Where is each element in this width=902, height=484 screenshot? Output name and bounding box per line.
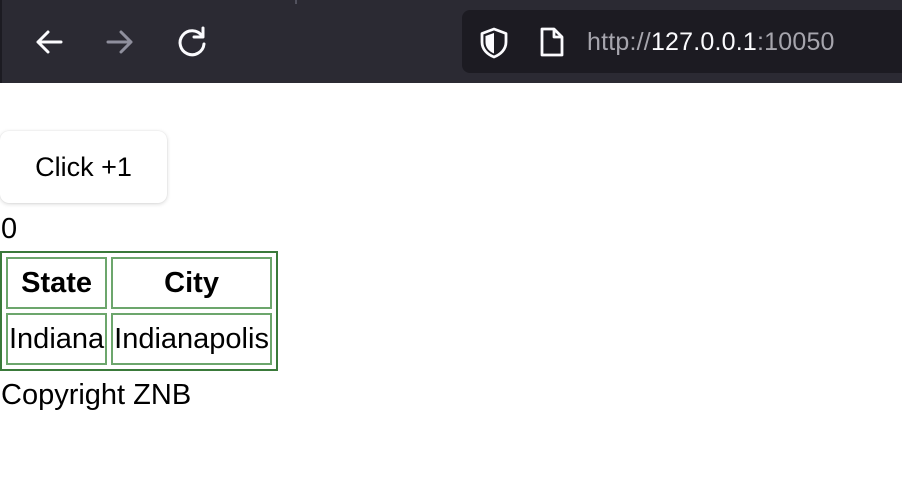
url-scheme: http:// <box>587 28 651 56</box>
reload-button[interactable] <box>170 20 214 64</box>
back-button[interactable] <box>27 20 71 64</box>
url-host: 127.0.0.1 <box>650 28 757 56</box>
forward-button[interactable] <box>98 20 142 64</box>
cell-city: Indianapolis <box>111 313 272 365</box>
header-city: City <box>111 257 272 309</box>
url-bar[interactable]: http://127.0.0.1:10050 <box>462 10 902 73</box>
header-state: State <box>6 257 108 309</box>
reload-icon <box>178 26 206 57</box>
page-icon[interactable] <box>538 27 566 62</box>
copyright-footer: Copyright ZNB <box>1 379 192 411</box>
state-city-table: State City Indiana Indianapolis <box>0 251 278 371</box>
arrow-right-icon <box>106 30 133 54</box>
browser-toolbar: http://127.0.0.1:10050 <box>0 0 902 83</box>
url-text[interactable]: http://127.0.0.1:10050 <box>587 27 835 57</box>
arrow-left-icon <box>36 30 63 54</box>
table-header-row: State City <box>6 257 272 309</box>
tab-edge <box>295 0 297 4</box>
page-content: Click +1 0 State City Indiana Indianapol… <box>0 83 902 484</box>
shield-icon[interactable] <box>478 27 510 64</box>
cell-state: Indiana <box>6 313 108 365</box>
counter-value: 0 <box>1 213 18 245</box>
click-plus-one-button[interactable]: Click +1 <box>0 131 167 203</box>
url-port: :10050 <box>757 28 835 56</box>
table-row: Indiana Indianapolis <box>6 313 272 365</box>
